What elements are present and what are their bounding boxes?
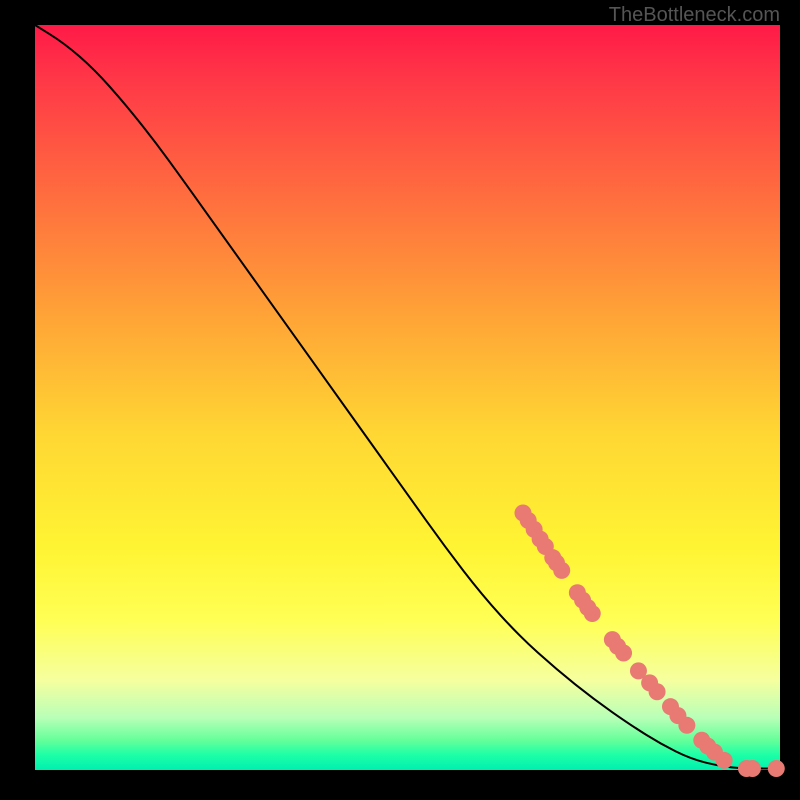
chart-svg xyxy=(35,25,780,770)
data-point xyxy=(615,645,632,662)
plot-area xyxy=(35,25,780,770)
data-point xyxy=(678,717,695,734)
data-point xyxy=(584,605,601,622)
data-point xyxy=(649,683,666,700)
curve-line xyxy=(35,25,780,769)
attribution-text: TheBottleneck.com xyxy=(609,4,780,27)
data-point xyxy=(553,562,570,579)
data-point xyxy=(716,752,733,769)
chart-frame: TheBottleneck.com xyxy=(0,0,800,800)
data-point xyxy=(768,760,785,777)
data-point xyxy=(744,760,761,777)
